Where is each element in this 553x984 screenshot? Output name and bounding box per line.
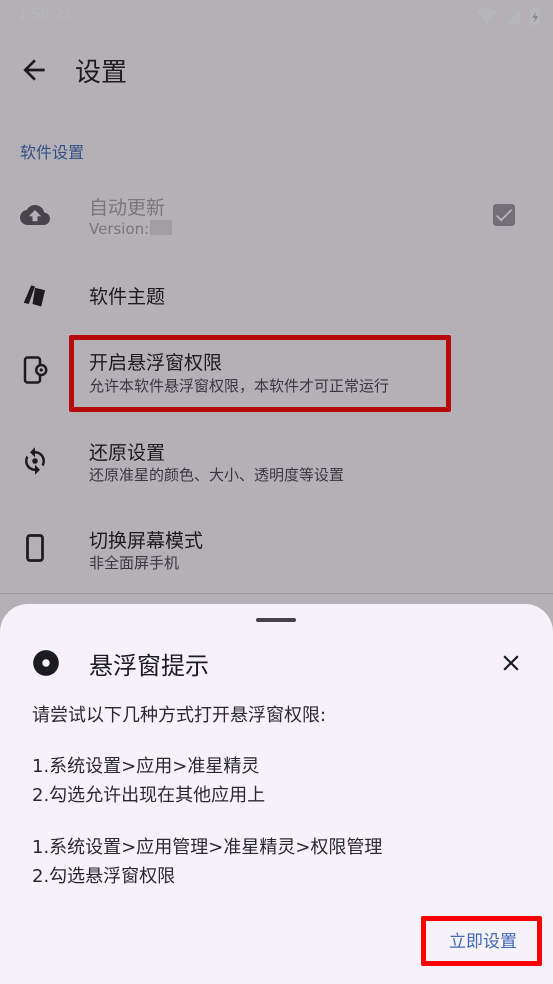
sheet-intro: 请尝试以下几种方式打开悬浮窗权限: [32, 705, 327, 726]
close-icon[interactable] [498, 650, 524, 676]
drag-handle[interactable] [256, 618, 296, 622]
sheet-title: 悬浮窗提示 [89, 652, 209, 680]
disc-icon [33, 650, 59, 676]
set-now-button[interactable]: 立即设置 [428, 922, 538, 962]
method2-step2: 2.勾选悬浮窗权限 [32, 866, 176, 887]
method1-step1: 1.系统设置>应用>准星精灵 [32, 756, 260, 777]
method1-step2: 2.勾选允许出现在其他应用上 [32, 785, 266, 806]
method2-step1: 1.系统设置>应用管理>准星精灵>权限管理 [32, 837, 383, 858]
floating-window-tip-sheet: 悬浮窗提示 请尝试以下几种方式打开悬浮窗权限: 1.系统设置>应用>准星精灵 2… [0, 604, 553, 984]
